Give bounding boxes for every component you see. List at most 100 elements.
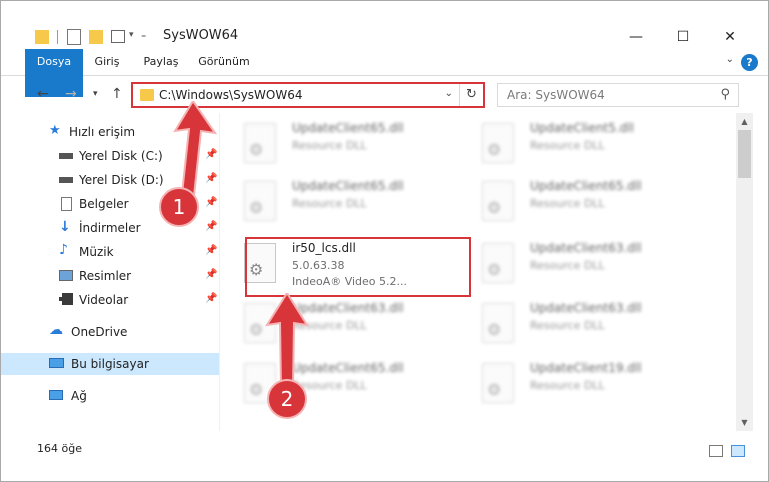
up-button[interactable]: ↑ xyxy=(111,86,123,102)
dll-file-icon: ⚙ xyxy=(482,123,514,163)
file-type: Resource DLL xyxy=(530,259,605,272)
file-type: Resource DLL xyxy=(530,319,605,332)
downloads-icon: ↓ xyxy=(59,219,71,235)
dll-file-icon: ⚙ xyxy=(482,243,514,283)
drive-icon xyxy=(59,153,73,159)
sidebar-item-label: Belgeler xyxy=(79,197,129,211)
close-button[interactable]: ✕ xyxy=(707,25,753,49)
forward-button[interactable]: → xyxy=(65,86,77,102)
sidebar-item-this-pc[interactable]: Bu bilgisayar xyxy=(1,353,219,375)
gear-icon: ⚙ xyxy=(487,140,502,159)
minimize-button[interactable]: — xyxy=(613,25,659,49)
back-button[interactable]: ← xyxy=(37,86,49,102)
file-item[interactable]: ⚙ UpdateClient19.dll Resource DLL xyxy=(458,359,688,407)
gear-icon: ⚙ xyxy=(249,380,264,399)
file-item[interactable]: ⚙ UpdateClient63.dll Resource DLL xyxy=(220,299,450,347)
search-input[interactable]: Ara: SysWOW64 ⚲ xyxy=(497,83,739,107)
step-2-badge: 2 xyxy=(267,379,307,419)
sidebar-item-pictures[interactable]: Resimler 📌 xyxy=(1,265,219,287)
chevron-down-icon[interactable]: ▾ xyxy=(129,30,134,48)
file-type: Resource DLL xyxy=(292,139,367,152)
star-icon: ★ xyxy=(49,123,61,138)
videos-icon xyxy=(59,293,73,305)
tab-home[interactable]: Giriş xyxy=(87,49,127,75)
separator xyxy=(57,30,58,44)
gear-icon: ⚙ xyxy=(487,320,502,339)
scroll-thumb[interactable] xyxy=(738,130,751,178)
gear-icon: ⚙ xyxy=(249,320,264,339)
cloud-icon: ☁ xyxy=(49,322,63,338)
title-bar: ▾ ₌ SysWOW64 — ☐ ✕ xyxy=(1,1,768,49)
file-name: UpdateClient65.dll xyxy=(292,179,404,193)
sidebar-item-label: Ağ xyxy=(71,389,87,403)
gear-icon: ⚙ xyxy=(249,140,264,159)
sidebar-item-music[interactable]: ♪ Müzik 📌 xyxy=(1,241,219,263)
file-name: UpdateClient65.dll xyxy=(530,179,642,193)
new-folder-icon[interactable] xyxy=(89,30,103,44)
tab-share[interactable]: Paylaş xyxy=(135,49,187,75)
properties-icon[interactable] xyxy=(67,29,81,45)
sidebar-item-network[interactable]: Ağ xyxy=(1,385,219,407)
file-type: Resource DLL xyxy=(530,197,605,210)
sidebar-item-label: Videolar xyxy=(79,293,129,307)
file-item[interactable]: ⚙ UpdateClient63.dll Resource DLL xyxy=(458,299,688,347)
gear-icon: ⚙ xyxy=(487,260,502,279)
recent-locations-button[interactable]: ▾ xyxy=(93,89,98,99)
ribbon-tabs: Dosya Giriş Paylaş Görünüm ⌄ ? xyxy=(1,49,768,97)
dll-file-icon: ⚙ xyxy=(244,123,276,163)
sidebar-item-label: Bu bilgisayar xyxy=(71,357,149,371)
view-options-icon[interactable] xyxy=(111,30,125,43)
file-item[interactable]: ⚙ UpdateClient65.dll Resource DLL xyxy=(220,177,450,225)
network-icon xyxy=(49,390,63,400)
large-icons-view-icon[interactable] xyxy=(731,445,745,457)
status-bar: 164 öğe xyxy=(1,437,768,461)
scroll-up-icon[interactable]: ▲ xyxy=(736,113,753,130)
file-type: Resource DLL xyxy=(530,379,605,392)
pictures-icon xyxy=(59,270,73,281)
sidebar-item-label: İndirmeler xyxy=(79,221,141,235)
sidebar-item-videos[interactable]: Videolar 📌 xyxy=(1,289,219,311)
dll-file-icon: ⚙ xyxy=(244,181,276,221)
sidebar-item-onedrive[interactable]: ☁ OneDrive xyxy=(1,321,219,343)
scroll-down-icon[interactable]: ▼ xyxy=(736,414,753,431)
file-item[interactable]: ⚙ UpdateClient65.dll Resource DLL xyxy=(220,359,450,407)
folder-icon xyxy=(35,30,49,44)
computer-icon xyxy=(49,358,64,368)
sidebar-item-label: Resimler xyxy=(79,269,132,283)
tab-view[interactable]: Görünüm xyxy=(193,49,255,75)
sidebar-item-label: Hızlı erişim xyxy=(69,125,136,139)
details-view-icon[interactable] xyxy=(709,445,723,457)
refresh-button[interactable]: ↻ xyxy=(459,84,483,106)
file-type: Resource DLL xyxy=(292,197,367,210)
file-item[interactable]: ⚙ UpdateClient5.dll Resource DLL xyxy=(458,119,688,167)
file-item[interactable]: ⚙ UpdateClient65.dll Resource DLL xyxy=(220,119,450,167)
gear-icon: ⚙ xyxy=(487,380,502,399)
search-icon: ⚲ xyxy=(720,87,730,102)
pin-icon: 📌 xyxy=(205,221,218,232)
file-name: UpdateClient5.dll xyxy=(530,121,634,135)
address-dropdown-icon[interactable]: ⌄ xyxy=(445,88,453,99)
customize-toolbar-icon[interactable]: ₌ xyxy=(141,30,146,48)
expand-ribbon-icon[interactable]: ⌄ xyxy=(726,54,734,65)
file-name: UpdateClient63.dll xyxy=(530,301,642,315)
help-button[interactable]: ? xyxy=(741,54,758,71)
step-1-badge: 1 xyxy=(159,187,199,227)
window-title: SysWOW64 xyxy=(163,28,239,43)
file-name: UpdateClient65.dll xyxy=(292,121,404,135)
gear-icon: ⚙ xyxy=(249,198,264,217)
file-item[interactable]: ⚙ UpdateClient63.dll Resource DLL xyxy=(458,239,688,287)
pin-icon: 📌 xyxy=(205,245,218,256)
address-path: C:\Windows\SysWOW64 xyxy=(159,88,303,102)
file-item[interactable]: ⚙ UpdateClient65.dll Resource DLL xyxy=(458,177,688,225)
maximize-button[interactable]: ☐ xyxy=(660,25,706,49)
music-icon: ♪ xyxy=(59,242,68,258)
search-placeholder: Ara: SysWOW64 xyxy=(507,88,605,102)
pin-icon: 📌 xyxy=(205,269,218,280)
documents-icon xyxy=(61,197,72,211)
file-type: Resource DLL xyxy=(530,139,605,152)
vertical-scrollbar[interactable]: ▲ ▼ xyxy=(736,113,753,431)
dll-file-icon: ⚙ xyxy=(482,363,514,403)
folder-icon xyxy=(140,89,154,101)
gear-icon: ⚙ xyxy=(487,198,502,217)
sidebar-item-label: Müzik xyxy=(79,245,114,259)
